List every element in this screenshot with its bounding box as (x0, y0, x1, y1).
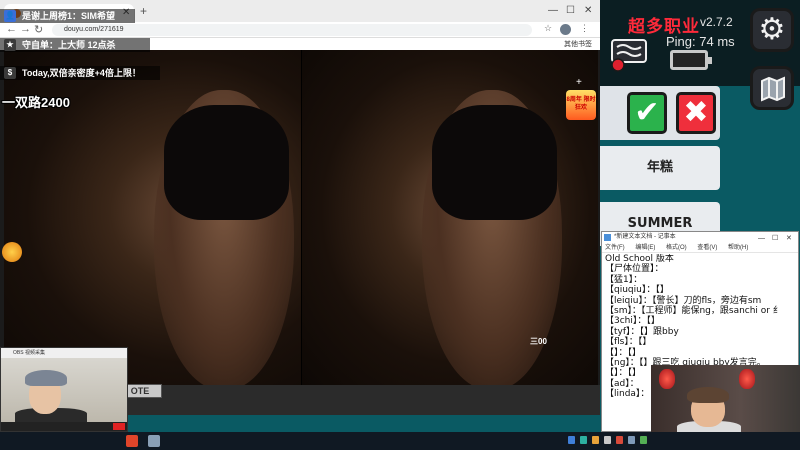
record-button[interactable] (113, 423, 125, 430)
menu-view[interactable]: 查看(V) (697, 245, 717, 251)
add-button[interactable]: + (576, 77, 582, 88)
gift-badge[interactable]: 8周年 限时狂欢 (566, 90, 596, 120)
overlay-row: 👤 是谢上周榜1：SIM希望 (0, 9, 135, 23)
minimize-button[interactable]: — (548, 5, 558, 16)
overlay-row-text: 是谢上周榜1：SIM希望 (22, 11, 116, 21)
map-icon (761, 76, 785, 102)
bookmark-star-icon[interactable]: ☆ (544, 23, 552, 34)
desktop: 超多职业 v2.7.2 Ping: 74 ms ⚙ ✔ ✖ 年糕 SUMMER … (0, 0, 800, 450)
video-watermark: 三00 (530, 337, 547, 346)
notepad-titlebar: *新建文本文档 - 记事本 — ☐ ✕ (602, 232, 798, 243)
browser-toolbar: ← → ↻ douyu.com/271619 ☆ ⋮ (0, 22, 600, 38)
webcam-feed-secondary (651, 365, 800, 432)
overlay-row-text: 守自单：上大师 12点杀 (22, 40, 116, 50)
dollar-icon: $ (4, 67, 16, 79)
other-bookmarks-link[interactable]: 其他书签 (564, 39, 592, 49)
tray-icon[interactable] (616, 436, 623, 444)
text-line: 【tyf】：【】跟bby (605, 326, 679, 337)
back-button[interactable]: ← (6, 23, 17, 35)
star-icon: ★ (4, 39, 16, 51)
overlay-counter: 一双路2400 (2, 95, 70, 110)
text-line: Old School 版本 (605, 254, 674, 264)
profile-avatar-icon[interactable] (560, 24, 571, 35)
reject-button[interactable]: ✖ (676, 92, 716, 134)
wind-sign-icon (611, 39, 647, 72)
map-button[interactable] (750, 66, 794, 110)
tray-icon[interactable] (568, 436, 575, 444)
webcam-controls (1, 422, 127, 431)
webcam-title: OBS 视频采集 (13, 350, 45, 356)
game-version: v2.7.2 (700, 15, 733, 29)
menu-file[interactable]: 文件(F) (605, 245, 625, 251)
overlay-row-text: Today,双倍亲密度+4倍上限！ (22, 68, 141, 78)
forward-button[interactable]: → (20, 23, 31, 35)
reload-button[interactable]: ↻ (34, 23, 43, 36)
text-line: 【leiqiu】：【警长】刀的fls，旁边有sm (605, 295, 762, 306)
taskbar-app-icon[interactable] (126, 435, 138, 447)
notepad-menubar: 文件(F) 编辑(E) 格式(O) 查看(V) 帮助(H) (602, 243, 798, 253)
text-line: 【】：【】 (605, 347, 642, 358)
gear-icon: ⚙ (758, 13, 786, 46)
menu-kebab-icon[interactable]: ⋮ (580, 23, 589, 34)
menu-format[interactable]: 格式(O) (666, 245, 687, 251)
taskbar (0, 432, 800, 450)
menu-edit[interactable]: 编辑(E) (635, 245, 655, 251)
stream-video[interactable] (4, 50, 598, 385)
tray-icon[interactable] (640, 436, 647, 444)
text-line: 【fls】：【】 (605, 337, 652, 348)
webcam-titlebar: OBS 视频采集 (1, 348, 127, 358)
tray-icon[interactable] (604, 436, 611, 444)
text-line: 【猛1】： (605, 274, 643, 285)
text-line: 【qiuqiu】：【】 (605, 285, 669, 296)
text-line: 【3chi】：【】 (605, 316, 660, 327)
address-bar[interactable]: douyu.com/271619 (52, 24, 532, 36)
figure-shape (432, 105, 557, 220)
notepad-icon (604, 234, 611, 241)
text-line: 【尸体位置】： (605, 264, 664, 275)
user-icon: 👤 (4, 10, 16, 22)
lantern-decoration (739, 369, 755, 389)
word-card[interactable]: 年糕 (600, 146, 720, 190)
overlay-row: $ Today,双倍亲密度+4倍上限！ (0, 66, 160, 80)
confirm-button[interactable]: ✔ (627, 92, 667, 134)
new-tab-button[interactable]: + (140, 4, 147, 18)
figure-shape (164, 105, 289, 220)
window-close-button[interactable]: ✕ (584, 5, 592, 16)
taskbar-app-icon[interactable] (148, 435, 160, 447)
settings-gear-button[interactable]: ⚙ (750, 8, 794, 52)
close-icon: ✖ (683, 96, 709, 129)
ping-readout: Ping: 74 ms (666, 34, 735, 49)
menu-help[interactable]: 帮助(H) (728, 245, 748, 251)
fan-badge-icon[interactable] (2, 242, 22, 262)
person-hat (25, 370, 67, 386)
tray-icon[interactable] (592, 436, 599, 444)
tray-icon[interactable] (580, 436, 587, 444)
maximize-button[interactable]: ☐ (566, 5, 575, 16)
text-line: 【sm】：【工程师】能保ng，跟sanchi or 纟 (605, 305, 782, 316)
tray-icon[interactable] (628, 436, 635, 444)
webcam-window[interactable]: OBS 视频采集 (0, 347, 128, 432)
lantern-decoration (659, 369, 675, 389)
person-hair (687, 387, 729, 403)
overlay-row: ★ 守自单：上大师 12点杀 (0, 38, 150, 52)
checkmark-icon: ✔ (634, 96, 660, 129)
video-frame-right (301, 50, 598, 385)
battery-icon (670, 50, 712, 70)
notepad-title: *新建文本文档 - 记事本 (614, 234, 676, 240)
